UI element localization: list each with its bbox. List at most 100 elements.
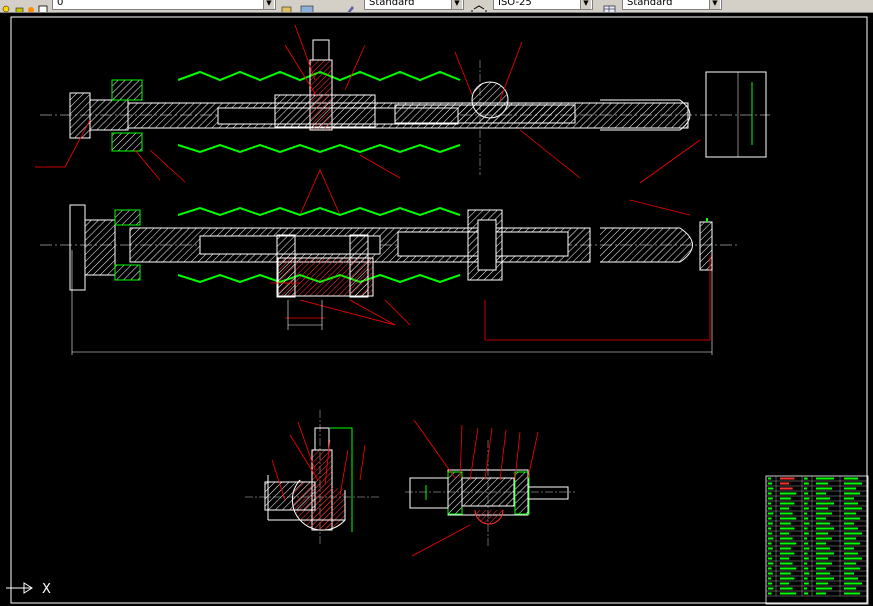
table-cell-text-mark bbox=[804, 497, 810, 500]
text-style-icon[interactable] bbox=[344, 0, 360, 12]
table-cell-text-mark bbox=[768, 562, 774, 565]
table-cell-text-mark bbox=[768, 582, 773, 585]
table-cell-text-mark bbox=[768, 502, 771, 505]
table-cell-text-mark bbox=[844, 532, 862, 535]
table-cell-text-mark bbox=[804, 567, 809, 570]
table-cell-text-mark bbox=[768, 482, 773, 485]
dimension-style-icon[interactable] bbox=[470, 0, 488, 12]
table-style-icon[interactable] bbox=[602, 0, 618, 12]
table-cell-text-mark bbox=[816, 522, 830, 525]
table-cell-text-mark bbox=[780, 532, 789, 535]
table-cell-text-mark bbox=[804, 552, 808, 555]
table-cell-text-mark bbox=[844, 557, 862, 560]
table-cell-text-mark bbox=[768, 577, 771, 580]
table-cell-text-mark bbox=[804, 557, 809, 560]
table-cell-text-mark bbox=[768, 552, 771, 555]
table-cell-text-mark bbox=[844, 592, 860, 595]
table-cell-text-mark bbox=[844, 517, 860, 520]
table-cell-text-mark bbox=[768, 572, 773, 575]
table-cell-text-mark bbox=[844, 537, 856, 540]
table-cell-text-mark bbox=[804, 592, 809, 595]
color-swatch-icon[interactable] bbox=[38, 0, 49, 12]
dimension-style-value: ISO-25 bbox=[498, 0, 532, 8]
table-cell-text-mark bbox=[844, 547, 854, 550]
table-cell-text-mark bbox=[804, 562, 807, 565]
text-style-value: Standard bbox=[369, 0, 415, 8]
table-cell-text-mark bbox=[816, 572, 830, 575]
dimension-style-dropdown[interactable]: ISO-25 ▼ bbox=[493, 0, 593, 10]
table-cell-text-mark bbox=[768, 492, 772, 495]
lock-icon[interactable] bbox=[14, 0, 25, 12]
chevron-down-icon[interactable]: ▼ bbox=[580, 0, 591, 9]
table-cell-text-mark bbox=[844, 572, 854, 575]
table-cell-text-mark bbox=[780, 537, 793, 540]
table-cell-text-mark bbox=[816, 492, 826, 495]
table-cell-text-mark bbox=[844, 587, 856, 590]
table-cell-text-mark bbox=[844, 527, 858, 530]
drawing-canvas[interactable] bbox=[0, 12, 873, 606]
freeze-icon[interactable] bbox=[26, 0, 37, 12]
layer-dropdown-value: 0 bbox=[57, 0, 64, 8]
table-cell-text-mark bbox=[844, 552, 858, 555]
parts-list-table bbox=[765, 475, 869, 605]
table-cell-text-mark bbox=[804, 582, 809, 585]
table-cell-text-mark bbox=[780, 572, 791, 575]
table-cell-text-mark bbox=[780, 512, 793, 515]
table-cell-text-mark bbox=[780, 497, 791, 500]
table-cell-text-mark bbox=[804, 492, 809, 495]
table-cell-text-mark bbox=[768, 487, 774, 490]
chevron-down-icon[interactable]: ▼ bbox=[263, 0, 274, 9]
top-section-view bbox=[40, 39, 770, 175]
table-cell-text-mark bbox=[768, 532, 773, 535]
table-cell-text-mark bbox=[768, 517, 772, 520]
chevron-down-icon[interactable]: ▼ bbox=[451, 0, 462, 9]
ucs-icon: X bbox=[4, 580, 64, 600]
table-cell-text-mark bbox=[816, 502, 834, 505]
table-cell-text-mark bbox=[816, 537, 832, 540]
table-cell-text-mark bbox=[768, 587, 774, 590]
table-cell-text-mark bbox=[844, 522, 854, 525]
table-cell-text-mark bbox=[780, 542, 797, 545]
table-cell-text-mark bbox=[804, 537, 807, 540]
table-cell-text-mark bbox=[780, 547, 791, 550]
table-cell-text-mark bbox=[844, 512, 856, 515]
overall-dimension bbox=[71, 250, 713, 355]
table-cell-text-mark bbox=[768, 592, 772, 595]
text-style-dropdown[interactable]: Standard ▼ bbox=[364, 0, 464, 10]
table-cell-text-mark bbox=[816, 512, 832, 515]
table-cell-text-mark bbox=[816, 497, 830, 500]
table-cell-text-mark bbox=[844, 567, 860, 570]
table-cell-text-mark bbox=[804, 532, 809, 535]
table-cell-text-mark bbox=[780, 577, 795, 580]
table-cell-text-mark bbox=[804, 477, 808, 480]
table-cell-text-mark bbox=[768, 477, 771, 480]
table-cell-text-mark bbox=[804, 547, 810, 550]
table-cell-text-mark bbox=[816, 487, 832, 490]
layer-previous-icon[interactable] bbox=[281, 0, 292, 12]
table-cell-text-mark bbox=[780, 567, 797, 570]
layer-state-icon[interactable] bbox=[1, 0, 12, 12]
table-cell-text-mark bbox=[844, 507, 862, 510]
table-cell-text-mark bbox=[816, 587, 832, 590]
table-cell-text-mark bbox=[768, 507, 773, 510]
table-cell-text-mark bbox=[780, 527, 795, 530]
middle-section-view bbox=[40, 204, 740, 298]
ucs-x-label: X bbox=[42, 582, 51, 596]
layer-dropdown[interactable]: 0 ▼ bbox=[52, 0, 276, 10]
table-cell-text-mark bbox=[816, 592, 826, 595]
table-style-dropdown[interactable]: Standard ▼ bbox=[622, 0, 722, 10]
table-cell-text-mark bbox=[768, 542, 772, 545]
table-cell-text-mark bbox=[844, 492, 860, 495]
table-cell-text-mark bbox=[816, 562, 832, 565]
table-cell-text-mark bbox=[768, 497, 773, 500]
detail-view-left bbox=[245, 410, 380, 545]
table-cell-text-mark bbox=[804, 587, 807, 590]
detail-view-right bbox=[405, 440, 575, 548]
table-cell-text-mark bbox=[816, 477, 834, 480]
table-cell-text-mark bbox=[780, 557, 789, 560]
table-cell-text-mark bbox=[804, 577, 808, 580]
table-cell-text-mark bbox=[816, 577, 834, 580]
table-cell-text-mark bbox=[804, 482, 809, 485]
layer-manager-icon[interactable] bbox=[300, 0, 314, 12]
chevron-down-icon[interactable]: ▼ bbox=[709, 0, 720, 9]
